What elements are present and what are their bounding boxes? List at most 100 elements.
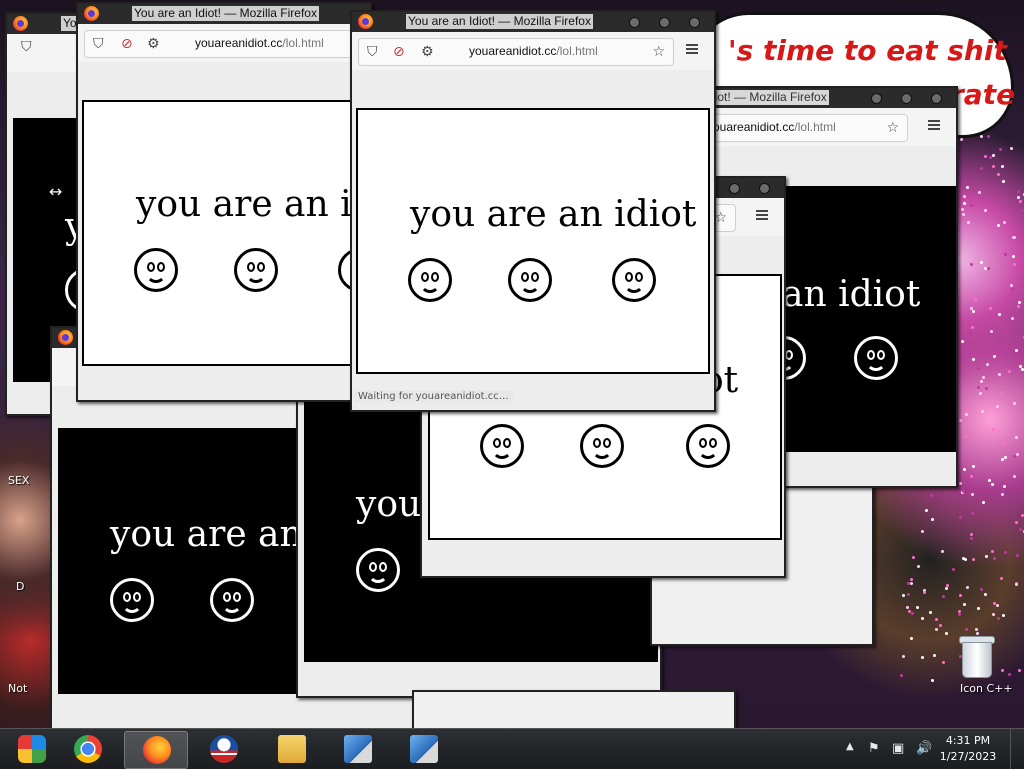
wallpaper-speckle xyxy=(1021,514,1024,517)
browser-window-stacked-edge[interactable] xyxy=(412,690,736,732)
wallpaper-speckle xyxy=(975,628,978,631)
bookmark-star-icon[interactable]: ☆ xyxy=(714,211,727,225)
maximize-button[interactable] xyxy=(901,93,912,104)
firefox-logo-icon xyxy=(13,16,28,31)
chrome-remote-desktop-icon xyxy=(18,735,46,763)
wallpaper-speckle xyxy=(959,516,962,519)
recycle-bin-label[interactable]: Icon C++ xyxy=(960,682,1013,695)
shield-icon[interactable]: ⛉ xyxy=(93,37,104,51)
wallpaper-speckle xyxy=(1001,458,1004,461)
window-title: You are an Idiot! — Mozilla Firefox xyxy=(132,6,319,21)
wallpaper-speckle xyxy=(910,637,913,640)
shield-icon[interactable]: ⛉ xyxy=(367,45,378,59)
maximize-button[interactable] xyxy=(659,17,670,28)
wallpaper-speckle xyxy=(961,208,964,211)
bookmark-star-icon[interactable]: ☆ xyxy=(652,45,665,59)
permissions-icon[interactable]: ⊘ xyxy=(393,45,405,59)
show-hidden-icons-icon[interactable]: ▲ xyxy=(846,741,854,752)
wallpaper-speckle xyxy=(990,330,993,333)
wallpaper-speckle xyxy=(970,533,973,536)
wallpaper-speckle xyxy=(964,346,967,349)
url-bar[interactable]: ouareanidiot.cc/lol.html ☆ xyxy=(702,114,908,142)
wallpaper-speckle xyxy=(1013,263,1016,266)
firefox-logo-icon xyxy=(58,330,73,345)
firefox-icon xyxy=(143,736,171,764)
close-button[interactable] xyxy=(759,183,770,194)
desktop-label-sex[interactable]: SEX xyxy=(8,474,29,487)
desktop-label-not[interactable]: Not xyxy=(8,682,27,695)
action-center-flag-icon[interactable]: ⚑ xyxy=(868,741,880,756)
wallpaper-speckle xyxy=(961,340,964,343)
url-bar[interactable]: ⛉ ⊘ ⚙ youareanidiot.cc/lol.html xyxy=(84,30,372,58)
wallpaper-speckle xyxy=(1002,614,1005,617)
taskbar-firefox[interactable] xyxy=(124,731,188,769)
taskbar-chrome-remote-desktop[interactable] xyxy=(0,731,62,767)
wallpaper-speckle xyxy=(966,586,969,589)
close-button[interactable] xyxy=(931,93,942,104)
wallpaper-speckle xyxy=(1013,402,1016,405)
wallpaper-speckle xyxy=(965,413,968,416)
taskbar-clock[interactable]: 4:31 PM 1/27/2023 xyxy=(936,733,1000,765)
taskbar-file-explorer[interactable] xyxy=(260,731,322,767)
browser-window-front-left[interactable]: You are an Idiot! — Mozilla Firefox ⛉ ⊘ … xyxy=(76,2,372,402)
hamburger-menu-icon[interactable] xyxy=(756,210,768,220)
wallpaper-speckle xyxy=(971,326,974,329)
wallpaper-speckle xyxy=(963,202,966,205)
taskbar-obama-logo[interactable] xyxy=(192,731,254,767)
idiot-message: you are an i xyxy=(110,514,326,555)
smiley-icon xyxy=(854,336,898,380)
network-icon[interactable]: ▣ xyxy=(892,741,904,756)
shield-icon[interactable]: ⛉ xyxy=(21,40,32,54)
smiley-icon xyxy=(580,424,624,468)
wallpaper-speckle xyxy=(966,186,969,189)
wallpaper-speckle xyxy=(993,355,996,358)
wallpaper-speckle xyxy=(939,624,942,627)
permissions-icon[interactable]: ⊘ xyxy=(121,37,133,51)
wallpaper-speckle xyxy=(987,267,990,270)
taskbar-installer-1[interactable] xyxy=(326,731,388,767)
bookmark-star-icon[interactable]: ☆ xyxy=(886,121,899,135)
wallpaper-speckle xyxy=(900,674,903,677)
minimize-button[interactable] xyxy=(629,17,640,28)
close-button[interactable] xyxy=(689,17,700,28)
wallpaper-speckle xyxy=(1019,528,1022,531)
show-desktop-button[interactable] xyxy=(1010,729,1024,769)
wallpaper-speckle xyxy=(977,367,980,370)
wallpaper-speckle xyxy=(921,530,924,533)
hamburger-menu-icon[interactable] xyxy=(928,120,940,130)
wallpaper-speckle xyxy=(993,557,996,560)
window-title: diot! — Mozilla Firefox xyxy=(706,90,829,105)
maximize-button[interactable] xyxy=(729,183,740,194)
wallpaper-speckle xyxy=(1015,349,1018,352)
status-text: Waiting for youareanidiot.cc… xyxy=(354,390,513,403)
taskbar-installer-2[interactable] xyxy=(392,731,454,767)
wallpaper-speckle xyxy=(970,537,973,540)
recycle-bin-icon[interactable] xyxy=(956,632,996,678)
url-bar[interactable]: ⛉ ⊘ ⚙ youareanidiot.cc/lol.html ☆ xyxy=(358,38,674,66)
wallpaper-speckle xyxy=(1008,370,1011,373)
wallpaper-speckle xyxy=(996,604,999,607)
browser-window-front-center[interactable]: You are an Idiot! — Mozilla Firefox ⛉ ⊘ … xyxy=(350,10,716,412)
taskbar-chrome[interactable] xyxy=(56,731,118,767)
wallpaper-speckle xyxy=(902,655,905,658)
tracking-icon[interactable]: ⚙ xyxy=(147,37,160,51)
wallpaper-speckle xyxy=(921,617,924,620)
volume-icon[interactable]: 🔊 xyxy=(916,741,932,756)
hamburger-menu-icon[interactable] xyxy=(686,44,698,54)
wallpaper-speckle xyxy=(1002,443,1005,446)
wallpaper-speckle xyxy=(1017,196,1020,199)
idiot-message: you are an idiot xyxy=(410,194,696,235)
desktop-label-d[interactable]: D xyxy=(16,580,24,593)
wallpaper-speckle xyxy=(980,588,983,591)
wallpaper-speckle xyxy=(972,358,975,361)
tracking-icon[interactable]: ⚙ xyxy=(421,45,434,59)
folder-icon xyxy=(278,735,306,763)
wallpaper-speckle xyxy=(991,483,994,486)
smiley-icon xyxy=(234,248,278,292)
wallpaper-speckle xyxy=(963,195,966,198)
wallpaper-speckle xyxy=(1001,669,1004,672)
wallpaper-speckle xyxy=(911,612,914,615)
wallpaper-speckle xyxy=(988,479,991,482)
wallpaper-speckle xyxy=(967,221,970,224)
minimize-button[interactable] xyxy=(871,93,882,104)
